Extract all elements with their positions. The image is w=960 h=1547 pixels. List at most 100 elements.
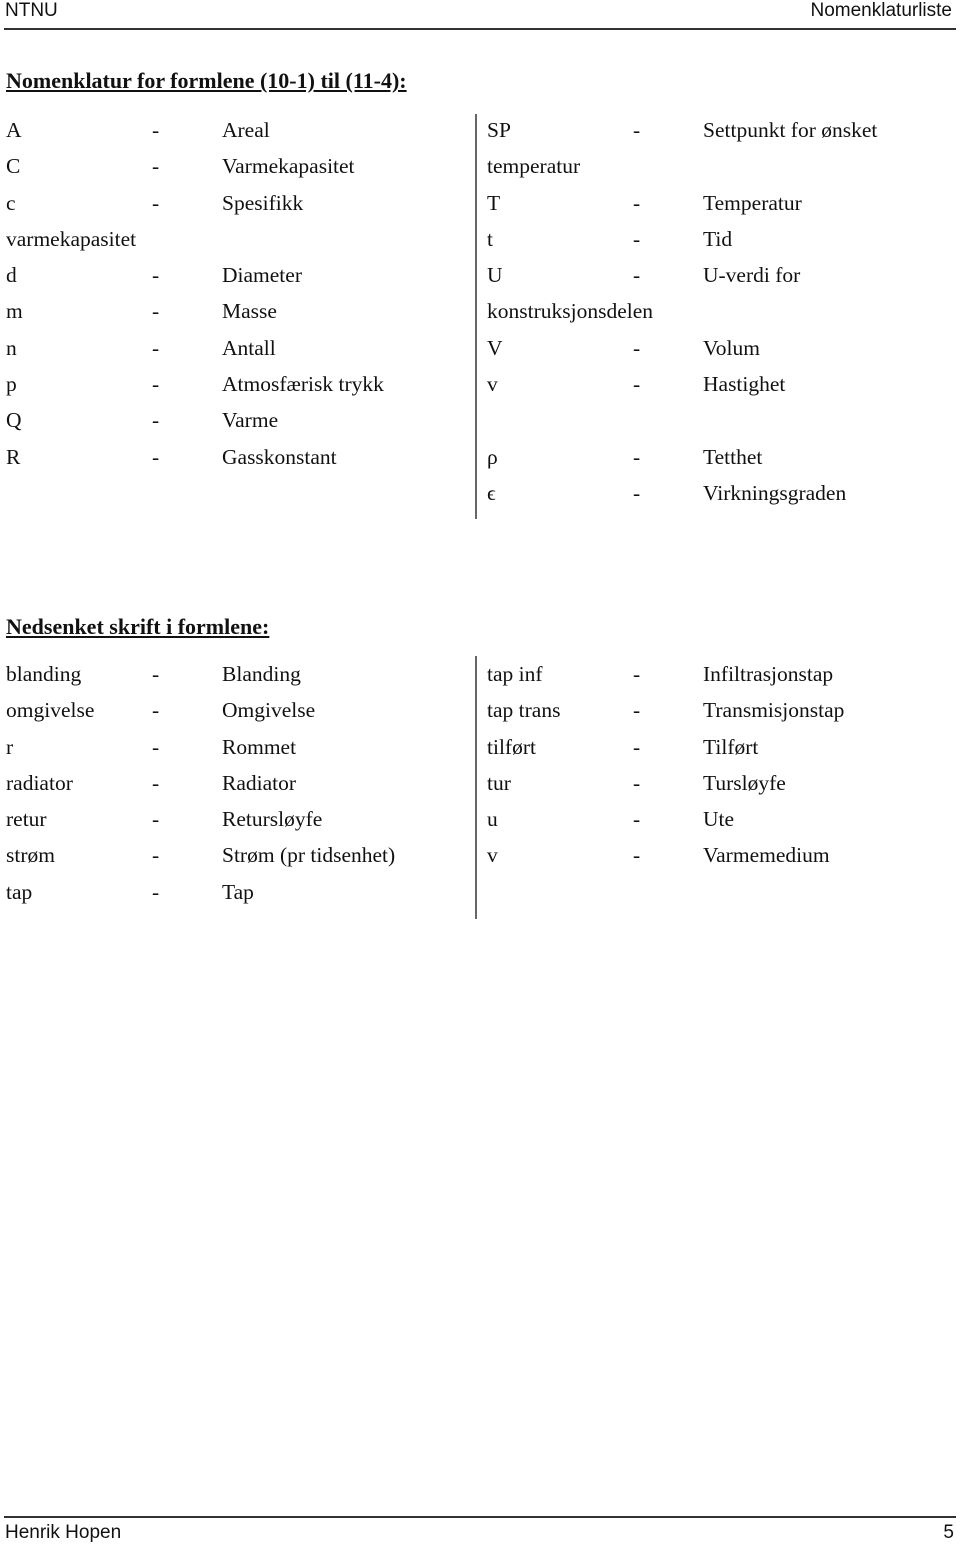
row-symbol: tap inf	[487, 662, 543, 686]
row-description: Atmosfærisk trykk	[222, 372, 384, 397]
table-row: retur - Retursløyfe	[6, 801, 472, 837]
row-description: Ute	[703, 807, 735, 832]
row-dash: -	[633, 698, 641, 723]
row-symbol: U	[487, 263, 503, 288]
table-row: v - Hastighet	[487, 366, 957, 402]
header-document-title: Nomenklaturliste	[810, 0, 953, 21]
row-description: Strøm (pr tidsenhet)	[222, 843, 396, 868]
row-symbol: temperatur	[487, 154, 581, 179]
row-symbol: ρ	[487, 444, 498, 469]
row-symbol: R	[6, 444, 21, 469]
row-description: Infiltrasjonstap	[703, 662, 834, 686]
row-dash: -	[152, 662, 160, 686]
row-description: Hastighet	[703, 372, 786, 397]
table-row: radiator - Radiator	[6, 765, 472, 801]
table-row: strøm - Strøm (pr tidsenhet)	[6, 837, 472, 873]
section-title-nomenclature: Nomenklatur for formlene (10-1) til (11-…	[6, 68, 407, 93]
table-row: v - Varmemedium	[487, 837, 957, 873]
table-row: blanding - Blanding	[6, 656, 472, 692]
row-dash: -	[633, 444, 641, 469]
table-row: t - Tid	[487, 221, 957, 257]
row-description: Volum	[703, 335, 760, 360]
row-symbol: A	[6, 118, 22, 142]
header-rule	[4, 28, 956, 30]
row-symbol: v	[487, 372, 498, 397]
row-description: Virkningsgraden	[703, 480, 847, 505]
column-divider	[475, 656, 477, 919]
row-dash: -	[152, 263, 160, 288]
row-symbol: ϵ	[487, 480, 496, 505]
subscript-left-column: blanding - Blanding omgivelse - Omgivelse r - Ro…	[6, 656, 472, 910]
row-symbol: Q	[6, 408, 22, 433]
row-description: Gasskonstant	[222, 444, 337, 469]
table-row: omgivelse - Omgivelse	[6, 692, 472, 728]
row-symbol: tap trans	[487, 698, 561, 723]
row-dash: -	[152, 335, 160, 360]
row-description: Varmekapasitet	[222, 154, 355, 179]
row-symbol: blanding	[6, 662, 82, 686]
row-dash: -	[152, 372, 160, 397]
row-symbol: tilført	[487, 734, 536, 759]
nomenclature-right-column: SP - Settpunkt for ønsket temperatur T - Tempe…	[487, 112, 957, 511]
row-dash: -	[152, 408, 160, 433]
table-row: tap trans - Transmisjonstap	[487, 692, 957, 728]
row-description: Temperatur	[703, 190, 802, 215]
row-dash: -	[152, 118, 160, 142]
row-symbol: SP	[487, 118, 511, 142]
row-description: Varmemedium	[703, 843, 830, 868]
table-row: d - Diameter	[6, 257, 472, 293]
row-symbol: varmekapasitet	[6, 226, 137, 251]
table-row: u - Ute	[487, 801, 957, 837]
row-description: Masse	[222, 299, 277, 324]
table-row: tap inf - Infiltrasjonstap	[487, 656, 957, 692]
table-row: U - U-verdi for	[487, 257, 957, 293]
row-dash: -	[152, 299, 160, 324]
row-symbol: konstruksjonsdelen	[487, 299, 654, 324]
row-dash: -	[152, 770, 160, 795]
row-symbol: t	[487, 226, 493, 251]
table-row: r - Rommet	[6, 729, 472, 765]
row-symbol: n	[6, 335, 17, 360]
row-dash: -	[152, 879, 160, 904]
row-dash: -	[633, 662, 641, 686]
table-row: varmekapasitet	[6, 221, 472, 257]
section-title-subscripts: Nedsenket skrift i formlene:	[6, 614, 270, 639]
table-row: m - Masse	[6, 293, 472, 329]
row-symbol: radiator	[6, 770, 73, 795]
row-dash: -	[152, 807, 160, 832]
row-description: Omgivelse	[222, 698, 316, 723]
row-dash: -	[633, 118, 641, 142]
row-dash: -	[633, 480, 641, 505]
row-description: Retursløyfe	[222, 807, 323, 832]
row-description: Varme	[222, 408, 279, 433]
row-dash: -	[633, 770, 641, 795]
row-symbol: d	[6, 263, 17, 288]
row-symbol: omgivelse	[6, 698, 95, 723]
row-symbol: V	[487, 335, 503, 360]
row-symbol: tur	[487, 770, 511, 795]
row-description: U-verdi for	[703, 263, 801, 288]
table-row	[487, 402, 957, 438]
row-description: Tursløyfe	[703, 770, 786, 795]
row-dash: -	[633, 335, 641, 360]
row-description: Diameter	[222, 263, 302, 288]
table-row: ϵ - Virkningsgraden	[487, 475, 957, 511]
row-symbol: r	[6, 734, 14, 759]
row-description: Areal	[222, 118, 270, 142]
row-dash: -	[633, 843, 641, 868]
row-description: Tilført	[703, 734, 759, 759]
row-dash: -	[152, 698, 160, 723]
header-institution: NTNU	[5, 0, 58, 21]
row-description: Spesifikk	[222, 190, 304, 215]
row-symbol: m	[6, 299, 23, 324]
row-dash: -	[633, 190, 641, 215]
table-row: tap - Tap	[6, 874, 472, 910]
row-description: Tetthet	[703, 444, 763, 469]
row-symbol: u	[487, 807, 498, 832]
table-row: tilført - Tilført	[487, 729, 957, 765]
row-symbol: tap	[6, 879, 33, 904]
row-description: Radiator	[222, 770, 297, 795]
subscript-right-column: tap inf - Infiltrasjonstap tap trans - Transm…	[487, 656, 957, 874]
table-row: n - Antall	[6, 330, 472, 366]
row-description: Tid	[703, 226, 733, 251]
